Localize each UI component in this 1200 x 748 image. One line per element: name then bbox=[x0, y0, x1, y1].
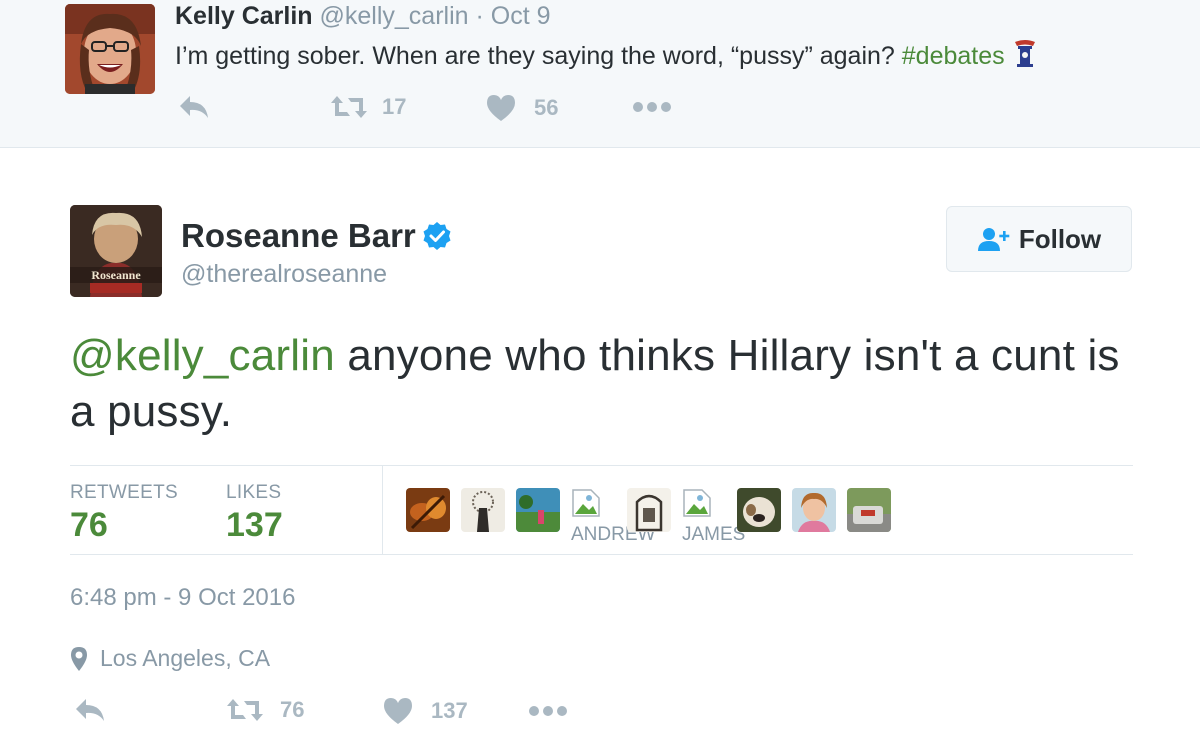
reply-author-handle[interactable]: @kelly_carlin bbox=[320, 2, 469, 30]
location-label: Los Angeles, CA bbox=[100, 645, 271, 671]
verified-icon bbox=[423, 222, 451, 250]
main-more-button[interactable] bbox=[528, 704, 568, 718]
mention-link[interactable]: @kelly_carlin bbox=[70, 331, 335, 380]
main-retweet-count: 76 bbox=[280, 697, 305, 722]
liker-avatar[interactable] bbox=[737, 488, 781, 532]
retweet-icon bbox=[331, 96, 367, 118]
main-retweet-button[interactable]: 76 bbox=[226, 697, 304, 723]
liker-name: JAMES bbox=[682, 524, 746, 545]
heart-icon bbox=[384, 698, 412, 724]
retweet-button[interactable]: 17 bbox=[330, 94, 406, 120]
broken-image-icon[interactable] bbox=[571, 488, 601, 518]
follow-label: Follow bbox=[1018, 223, 1102, 254]
hashtag-link[interactable]: #debates bbox=[902, 42, 1005, 70]
broken-image-icon[interactable] bbox=[682, 488, 712, 518]
main-tweet-text: @kelly_carlin anyone who thinks Hillary … bbox=[70, 328, 1150, 440]
more-icon bbox=[529, 706, 567, 716]
avatar-caption: Roseanne bbox=[91, 268, 141, 282]
liker-avatar[interactable] bbox=[406, 488, 450, 532]
likes-value[interactable]: 137 bbox=[226, 506, 283, 545]
main-author-name[interactable]: Roseanne Barr bbox=[181, 217, 416, 255]
reply-separator: · bbox=[475, 2, 484, 30]
heart-icon bbox=[487, 95, 515, 121]
retweets-label: RETWEETS bbox=[70, 482, 178, 503]
like-button[interactable]: 56 bbox=[486, 94, 558, 122]
liker-avatar[interactable] bbox=[461, 488, 505, 532]
reply-author-name[interactable]: Kelly Carlin bbox=[175, 2, 313, 30]
retweet-icon bbox=[227, 699, 263, 721]
stats-top-divider bbox=[70, 465, 1133, 466]
tweet-timestamp[interactable]: 6:48 pm - 9 Oct 2016 bbox=[70, 584, 295, 612]
main-reply-button[interactable] bbox=[74, 697, 106, 723]
reply-header: Kelly Carlin @kelly_carlin · Oct 9 bbox=[175, 2, 551, 31]
reply-icon bbox=[180, 96, 208, 118]
kelly-carlin-avatar[interactable] bbox=[65, 4, 155, 94]
main-like-count: 137 bbox=[431, 698, 468, 723]
follow-person-icon bbox=[977, 228, 1010, 251]
reply-text-body: I’m getting sober. When are they saying … bbox=[175, 42, 895, 70]
reply-date[interactable]: Oct 9 bbox=[491, 2, 551, 30]
retweets-value[interactable]: 76 bbox=[70, 506, 108, 545]
location-pin-icon bbox=[71, 646, 87, 671]
stats-bottom-divider bbox=[70, 554, 1133, 555]
main-author-handle[interactable]: @therealroseanne bbox=[181, 260, 387, 289]
reply-icon bbox=[76, 699, 104, 721]
reply-retweet-count: 17 bbox=[382, 94, 407, 119]
reply-button[interactable] bbox=[178, 94, 210, 120]
stats-vertical-divider bbox=[382, 466, 383, 554]
liker-avatar[interactable] bbox=[516, 488, 560, 532]
main-like-button[interactable]: 137 bbox=[383, 697, 468, 725]
likes-label: LIKES bbox=[226, 482, 282, 503]
liker-avatar[interactable] bbox=[847, 488, 891, 532]
follow-button[interactable]: Follow bbox=[946, 206, 1132, 272]
more-icon bbox=[633, 102, 671, 112]
reply-like-count: 56 bbox=[534, 95, 559, 120]
liker-avatar[interactable] bbox=[792, 488, 836, 532]
more-button[interactable] bbox=[632, 100, 672, 114]
liker-avatar[interactable] bbox=[627, 488, 671, 532]
tweet-location[interactable]: Los Angeles, CA bbox=[70, 645, 270, 672]
roseanne-barr-avatar[interactable]: Roseanne bbox=[70, 205, 162, 297]
reply-tweet-text: I’m getting sober. When are they saying … bbox=[175, 38, 1038, 75]
main-author-name-row: Roseanne Barr bbox=[181, 217, 452, 255]
podium-emoji-icon bbox=[1012, 38, 1038, 75]
reply-tweet[interactable]: Kelly Carlin @kelly_carlin · Oct 9 I’m g… bbox=[0, 0, 1200, 148]
